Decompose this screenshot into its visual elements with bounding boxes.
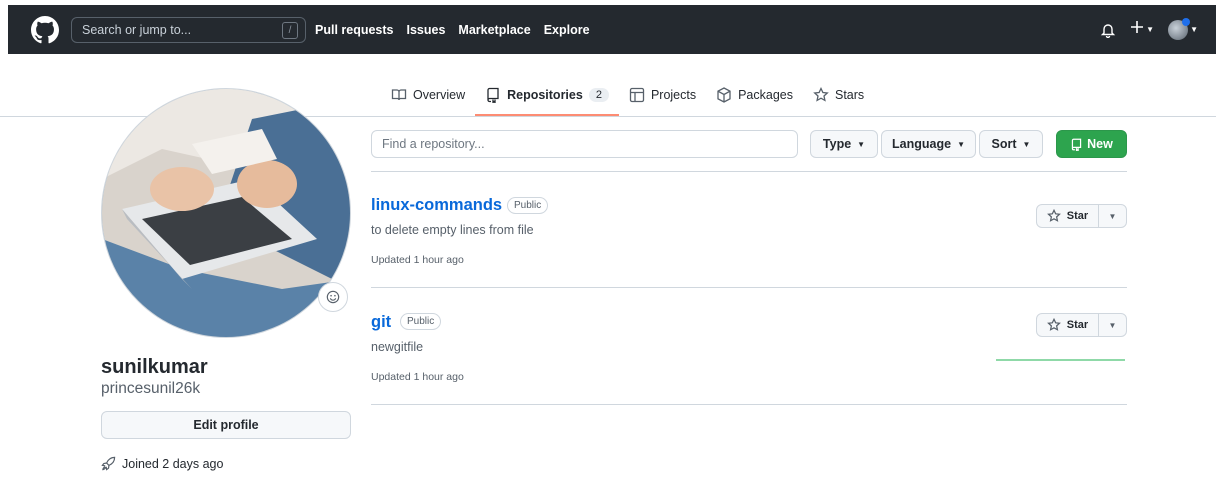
- activity-graph: [996, 359, 1125, 361]
- star-button-group: Star ▼: [1036, 313, 1127, 337]
- star-list-dropdown[interactable]: ▼: [1099, 205, 1126, 227]
- profile-photo: [102, 89, 350, 337]
- tab-label: Repositories: [507, 88, 583, 102]
- star-label: Star: [1066, 210, 1089, 222]
- visibility-badge: Public: [507, 197, 549, 214]
- repo-description: newgitfile: [371, 340, 424, 354]
- new-button-label: New: [1087, 137, 1113, 151]
- chevron-down-icon: ▼: [1190, 25, 1198, 34]
- user-menu[interactable]: ▼: [1168, 17, 1198, 40]
- chevron-down-icon: ▼: [1108, 211, 1117, 221]
- profile-login: princesunil26k: [101, 380, 201, 397]
- star-icon: [1046, 209, 1061, 222]
- star-button[interactable]: Star: [1037, 314, 1099, 336]
- tab-label: Projects: [650, 88, 697, 102]
- star-button-group: Star ▼: [1036, 204, 1127, 228]
- repo-icon: [485, 87, 501, 103]
- type-filter-label: Type: [822, 137, 852, 151]
- repo-link-linux-commands[interactable]: linux-commands: [371, 196, 502, 215]
- tab-packages[interactable]: Packages: [706, 80, 803, 110]
- rocket-icon: [101, 456, 116, 471]
- top-nav: Pull requests Issues Marketplace Explore: [315, 5, 603, 54]
- nav-pull-requests[interactable]: Pull requests: [315, 23, 394, 37]
- joined-info: Joined 2 days ago: [101, 456, 223, 471]
- star-list-dropdown[interactable]: ▼: [1099, 314, 1126, 336]
- github-logo-icon[interactable]: [31, 16, 59, 44]
- sort-filter-button[interactable]: Sort ▼: [979, 130, 1043, 158]
- visibility-badge: Public: [400, 313, 442, 330]
- repo-updated: Updated 1 hour ago: [371, 371, 464, 383]
- tab-overview[interactable]: Overview: [381, 80, 475, 110]
- star-label: Star: [1066, 319, 1089, 331]
- chevron-down-icon: ▼: [1022, 139, 1031, 149]
- set-status-button[interactable]: [318, 282, 348, 312]
- star-icon: [1046, 318, 1061, 331]
- tab-stars[interactable]: Stars: [803, 80, 874, 110]
- search-placeholder: Search or jump to...: [82, 23, 192, 37]
- profile-avatar[interactable]: [101, 88, 351, 338]
- global-search-input[interactable]: Search or jump to... /: [71, 17, 306, 43]
- avatar: [1168, 17, 1191, 40]
- chevron-down-icon: ▼: [1108, 320, 1117, 330]
- star-button[interactable]: Star: [1037, 205, 1099, 227]
- chevron-down-icon: ▼: [1146, 25, 1155, 34]
- joined-text: Joined 2 days ago: [122, 456, 224, 471]
- divider: [371, 404, 1127, 405]
- plus-icon: [1130, 20, 1144, 39]
- repo-icon: [1071, 138, 1082, 151]
- language-filter-label: Language: [892, 137, 952, 151]
- repo-description: to delete empty lines from file: [371, 223, 534, 237]
- repo-count-badge: 2: [588, 88, 609, 102]
- new-repository-button[interactable]: New: [1056, 130, 1127, 158]
- smiley-icon: [326, 290, 340, 304]
- tab-projects[interactable]: Projects: [619, 80, 706, 110]
- book-icon: [391, 87, 407, 103]
- tab-repositories[interactable]: Repositories 2: [475, 80, 619, 116]
- avatar-status-dot: [1182, 17, 1191, 26]
- divider: [371, 287, 1127, 288]
- project-icon: [629, 87, 645, 103]
- nav-issues[interactable]: Issues: [407, 23, 446, 37]
- star-icon: [813, 87, 829, 103]
- repo-link-git[interactable]: git: [371, 313, 391, 332]
- find-placeholder: Find a repository...: [382, 137, 485, 151]
- nav-explore[interactable]: Explore: [544, 23, 590, 37]
- package-icon: [716, 87, 732, 103]
- tab-label: Packages: [738, 88, 793, 102]
- header-actions: ▼ ▼: [1100, 5, 1198, 54]
- bell-icon[interactable]: [1100, 22, 1116, 38]
- find-repository-input[interactable]: Find a repository...: [371, 130, 798, 158]
- global-header: Search or jump to... / Pull requests Iss…: [8, 5, 1216, 54]
- tab-label: Stars: [835, 88, 865, 102]
- profile-tabs: Overview Repositories 2 Projects Package…: [381, 80, 874, 116]
- divider: [371, 171, 1127, 172]
- search-shortcut-key: /: [282, 22, 298, 39]
- profile-name: sunilkumar: [101, 356, 208, 378]
- chevron-down-icon: ▼: [957, 139, 965, 149]
- chevron-down-icon: ▼: [857, 139, 866, 149]
- language-filter-button[interactable]: Language ▼: [881, 130, 976, 158]
- create-new-menu[interactable]: ▼: [1130, 20, 1154, 39]
- sort-filter-label: Sort: [991, 137, 1017, 151]
- tab-label: Overview: [413, 88, 466, 102]
- repo-updated: Updated 1 hour ago: [371, 254, 464, 266]
- type-filter-button[interactable]: Type ▼: [810, 130, 878, 158]
- nav-marketplace[interactable]: Marketplace: [458, 23, 530, 37]
- edit-profile-button[interactable]: Edit profile: [101, 411, 351, 439]
